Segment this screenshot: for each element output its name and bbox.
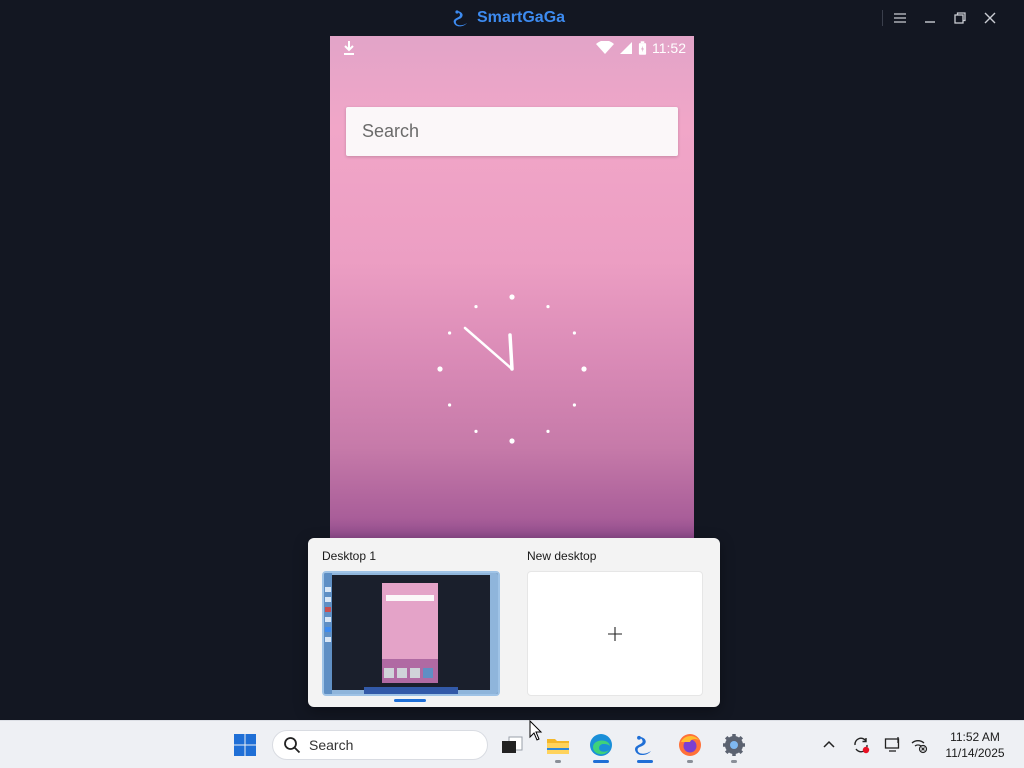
taskbar-search-placeholder: Search [309,737,354,753]
app-brand: SmartGaGa [452,8,565,28]
file-explorer-running-indicator [555,760,561,763]
menu-icon [894,13,906,23]
display-icon [884,737,900,752]
smartgaga-active-indicator [637,760,653,763]
minimize-button[interactable] [920,8,940,28]
status-time: 11:52 [652,40,686,56]
task-view-icon [502,736,523,753]
new-desktop-button[interactable] [527,571,703,696]
firefox-icon [679,734,701,756]
start-button[interactable] [229,729,261,761]
taskbar-clock[interactable]: 11:52 AM 11/14/2025 [938,729,1012,761]
titlebar-separator [882,10,883,26]
smartgaga-button[interactable] [629,729,661,763]
settings-icon [723,734,745,756]
close-button[interactable] [980,8,1000,28]
show-hidden-icons-button[interactable] [818,734,840,756]
clock-date: 11/14/2025 [945,746,1005,760]
smartgaga-logo-icon [453,10,467,27]
status-icons: 11:52 [596,39,686,57]
firefox-button[interactable] [674,729,706,763]
start-icon [234,734,256,756]
android-screen[interactable]: 11:52 Search [330,36,694,538]
download-icon [344,41,354,55]
restore-button[interactable] [950,8,970,28]
desktop-1-preview [324,573,498,694]
mouse-cursor-icon [529,720,543,741]
task-view-popup: Desktop 1 New desktop [308,538,720,707]
desktop-1-label: Desktop 1 [322,549,377,563]
restore-icon [954,12,966,24]
desktop-1-thumbnail[interactable] [322,571,500,696]
firefox-running-indicator [687,760,693,763]
new-desktop-label: New desktop [527,549,597,563]
taskbar-search-box[interactable]: Search [272,730,488,760]
chevron-up-icon [823,740,835,748]
close-icon [984,12,996,24]
network-tray-button[interactable] [908,734,930,756]
android-search-placeholder: Search [362,121,420,141]
clock-time: 11:52 AM [950,730,1000,744]
minimize-icon [925,21,935,23]
windows-taskbar: Search 11:52 AM 11/14/2025 [0,720,1024,768]
file-explorer-button[interactable] [542,729,574,763]
display-tray-button[interactable] [882,734,904,756]
settings-running-indicator [731,760,737,763]
app-title: SmartGaGa [477,9,566,26]
menu-button[interactable] [890,8,910,28]
edge-icon [590,734,612,756]
clock-minute-hand [463,326,514,371]
cell-signal-icon [620,42,632,54]
settings-button[interactable] [718,729,750,763]
analog-clock-widget[interactable] [434,291,590,447]
network-icon [911,740,928,754]
sync-tray-button[interactable] [850,734,872,756]
clock-hour-hand [508,333,514,371]
emulator-titlebar: SmartGaGa [0,0,1024,36]
smartgaga-icon [635,735,651,756]
plus-icon [608,626,622,641]
task-view-button[interactable] [496,729,528,761]
android-search-bar[interactable]: Search [346,107,678,156]
active-desktop-indicator [394,699,426,702]
edge-active-indicator [593,760,609,763]
search-icon [284,737,301,754]
file-explorer-icon [547,739,569,754]
wifi-icon [596,41,614,54]
edge-button[interactable] [585,729,617,763]
android-status-bar: 11:52 [330,36,694,60]
battery-icon [638,40,647,55]
sync-icon [854,737,870,754]
